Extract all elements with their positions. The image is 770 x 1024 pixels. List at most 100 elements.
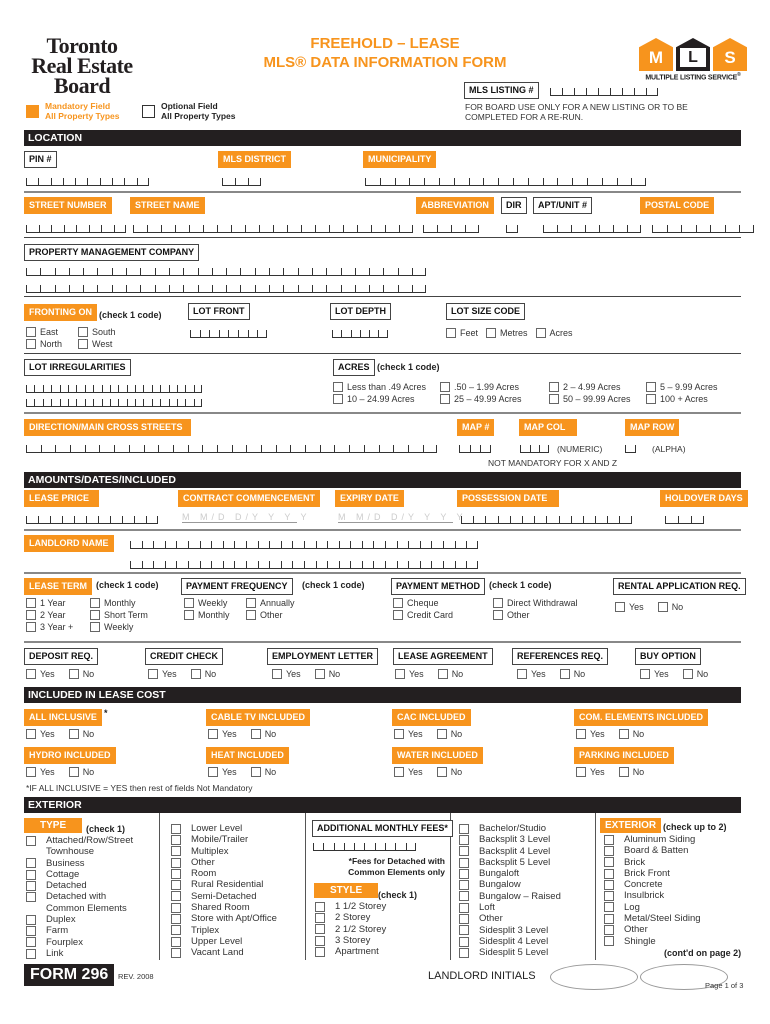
property-mgmt-input-1[interactable] (26, 268, 427, 276)
checkbox[interactable] (26, 948, 36, 959)
no-option[interactable]: No (618, 766, 644, 778)
char-cell[interactable] (369, 330, 379, 338)
char-cell[interactable] (582, 516, 596, 524)
char-cell[interactable] (187, 561, 200, 569)
char-cell[interactable] (245, 561, 258, 569)
payment-frequency-option[interactable]: Annually (246, 597, 316, 609)
char-cell[interactable] (334, 445, 350, 453)
map-num-input[interactable] (459, 445, 491, 453)
char-cell[interactable] (562, 88, 574, 96)
checkbox[interactable] (26, 835, 36, 846)
acres-option[interactable]: 10 – 24.99 Acres (333, 393, 440, 405)
map-col-input[interactable] (520, 445, 549, 453)
char-cell[interactable] (40, 285, 55, 293)
char-cell[interactable] (585, 225, 599, 233)
char-cell[interactable] (572, 178, 587, 186)
type-option[interactable]: Business (26, 858, 133, 869)
char-cell[interactable] (199, 330, 210, 338)
char-cell[interactable] (625, 445, 636, 453)
char-cell[interactable] (424, 178, 439, 186)
char-cell[interactable] (666, 225, 681, 233)
checkbox[interactable] (26, 914, 36, 925)
acres-option[interactable]: 50 – 99.99 Acres (549, 393, 646, 405)
checkbox[interactable] (90, 622, 100, 632)
checkbox-option[interactable]: Shingle (604, 936, 701, 947)
char-cell[interactable] (161, 225, 175, 233)
char-cell[interactable] (118, 399, 127, 407)
char-cell[interactable] (98, 516, 110, 524)
char-cell[interactable] (338, 561, 351, 569)
checkbox[interactable] (437, 669, 448, 679)
char-cell[interactable] (613, 225, 627, 233)
char-cell[interactable] (498, 178, 513, 186)
checkbox[interactable] (559, 669, 570, 679)
checkbox[interactable] (394, 729, 404, 739)
checkbox[interactable] (171, 914, 181, 925)
checkbox[interactable] (576, 729, 586, 739)
checkbox[interactable] (272, 669, 282, 679)
char-cell[interactable] (543, 225, 557, 233)
street-number-input[interactable] (26, 225, 126, 233)
char-cell[interactable] (63, 225, 76, 233)
acres-option[interactable]: Less than .49 Acres (333, 381, 440, 393)
checkbox[interactable] (459, 902, 469, 913)
char-cell[interactable] (211, 541, 223, 549)
no-option[interactable]: No (314, 668, 340, 680)
lease-price-input[interactable] (26, 516, 158, 524)
char-cell[interactable] (343, 225, 357, 233)
char-cell[interactable] (357, 225, 371, 233)
char-cell[interactable] (147, 225, 161, 233)
no-option[interactable]: No (618, 728, 644, 740)
checkbox-option[interactable]: Concrete (604, 879, 701, 890)
checkbox-option[interactable]: Bungaloft (459, 868, 561, 879)
lease-term-option[interactable]: Short Term (90, 609, 170, 621)
checkbox[interactable] (26, 610, 36, 620)
no-option[interactable]: No (437, 668, 463, 680)
char-cell[interactable] (84, 445, 100, 453)
char-cell[interactable] (431, 561, 444, 569)
pin-input[interactable] (26, 178, 149, 186)
char-cell[interactable] (557, 225, 571, 233)
char-cell[interactable] (226, 285, 241, 293)
checkbox[interactable] (517, 669, 527, 679)
char-cell[interactable] (76, 385, 85, 393)
char-cell[interactable] (211, 561, 223, 569)
payment-method-option[interactable]: Credit Card (393, 609, 493, 621)
acres-option[interactable]: 100 + Acres (646, 393, 736, 405)
checkbox[interactable] (446, 328, 456, 338)
char-cell[interactable] (332, 330, 342, 338)
checkbox[interactable] (26, 767, 36, 777)
char-cell[interactable] (245, 225, 259, 233)
checkbox[interactable] (250, 767, 261, 777)
char-cell[interactable] (397, 268, 413, 276)
char-cell[interactable] (466, 561, 478, 569)
char-cell[interactable] (187, 445, 203, 453)
checkbox-option[interactable]: Backsplit 3 Level (459, 834, 561, 845)
char-cell[interactable] (143, 385, 152, 393)
checkbox-option[interactable]: Sidesplit 3 Level (459, 925, 561, 936)
lot-size-metres[interactable]: Metres (486, 327, 528, 339)
char-cell[interactable] (97, 268, 112, 276)
no-option[interactable]: No (68, 728, 94, 740)
lot-front-input[interactable] (190, 330, 267, 338)
checkbox-option[interactable]: Metal/Steel Siding (604, 913, 701, 924)
checkbox[interactable] (26, 869, 36, 880)
char-cell[interactable] (631, 178, 647, 186)
acres-option[interactable]: .50 – 1.99 Acres (440, 381, 549, 393)
checkbox[interactable] (640, 669, 650, 679)
char-cell[interactable] (231, 225, 245, 233)
checkbox[interactable] (171, 857, 181, 868)
char-cell[interactable] (423, 225, 437, 233)
checkbox[interactable] (208, 767, 218, 777)
checkbox[interactable] (90, 598, 100, 608)
char-cell[interactable] (26, 178, 39, 186)
char-cell[interactable] (203, 225, 217, 233)
char-cell[interactable] (199, 561, 212, 569)
char-cell[interactable] (350, 330, 360, 338)
char-cell[interactable] (359, 330, 370, 338)
checkbox[interactable] (459, 823, 469, 834)
char-cell[interactable] (112, 178, 125, 186)
checkbox[interactable] (333, 382, 343, 392)
char-cell[interactable] (231, 445, 247, 453)
char-cell[interactable] (383, 285, 398, 293)
